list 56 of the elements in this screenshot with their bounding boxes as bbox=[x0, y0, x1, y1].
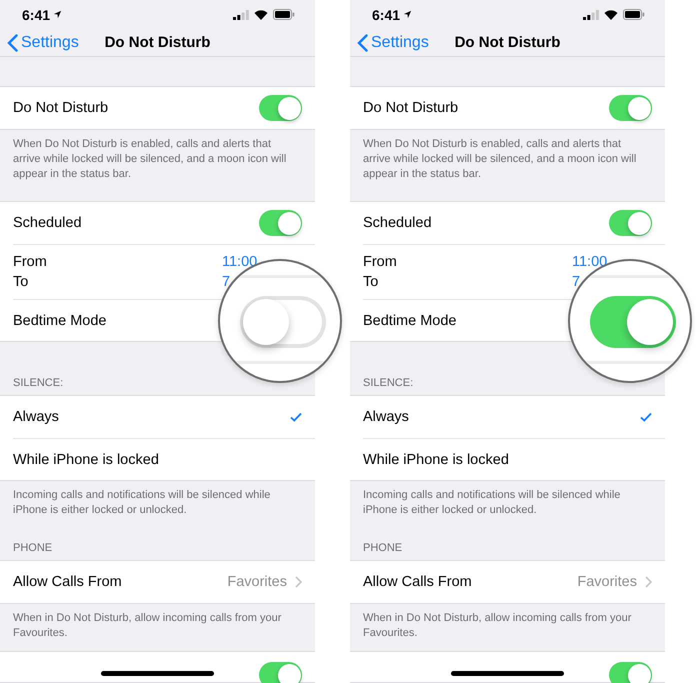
toggle-switch[interactable] bbox=[609, 95, 652, 121]
setting-label: Scheduled bbox=[363, 215, 432, 231]
toggle-switch[interactable] bbox=[609, 662, 652, 683]
back-chevron-icon bbox=[357, 34, 368, 52]
section-footer: When in Do Not Disturb, allow incoming calls from your Favourites. bbox=[0, 604, 315, 651]
time-value[interactable]: 7 bbox=[222, 274, 230, 290]
battery-icon bbox=[623, 9, 645, 20]
section-header: SILENCE: bbox=[12, 376, 64, 391]
setting-label: Scheduled bbox=[13, 215, 82, 231]
setting-label: To bbox=[363, 274, 380, 290]
settings-row[interactable]: Allow Calls From Favorites bbox=[363, 561, 665, 603]
option-row[interactable]: While iPhone is locked bbox=[13, 438, 315, 480]
setting-label: To bbox=[13, 274, 30, 290]
setting-label: Do Not Disturb bbox=[363, 100, 458, 116]
setting-label: From bbox=[13, 254, 47, 270]
time-value[interactable]: 11:00 bbox=[222, 254, 258, 270]
signal-icon bbox=[583, 10, 599, 20]
wifi-icon bbox=[604, 10, 618, 20]
toggle-switch[interactable] bbox=[259, 210, 302, 236]
setting-label: Bedtime Mode bbox=[13, 312, 106, 328]
option-row[interactable]: While iPhone is locked bbox=[363, 438, 665, 480]
status-time: 6:41 bbox=[22, 6, 50, 23]
checkmark-icon bbox=[290, 412, 302, 422]
toggle-switch[interactable] bbox=[609, 210, 652, 236]
section-footer: Incoming calls and notifications will be silenced while iPhone is either locked or unlocked. bbox=[0, 481, 315, 530]
section-header: SILENCE: bbox=[362, 376, 414, 391]
setting-label: From bbox=[363, 254, 397, 270]
toggle-switch[interactable] bbox=[259, 95, 302, 121]
settings-row[interactable]: Allow Calls From Favorites bbox=[13, 561, 315, 603]
section-footer: When Do Not Disturb is enabled, calls and alerts that arrive while locked will be silenced, and a moon icon will appear in the status bar. bbox=[0, 130, 315, 201]
option-row[interactable]: Always bbox=[363, 396, 665, 438]
section-header: PHONE bbox=[362, 541, 404, 556]
toggle-switch[interactable] bbox=[240, 296, 326, 348]
signal-icon bbox=[233, 10, 249, 20]
back-chevron-icon bbox=[7, 34, 18, 52]
section-footer: When Do Not Disturb is enabled, calls and alerts that arrive while locked will be silenced, and a moon icon will appear in the status bar. bbox=[350, 130, 665, 201]
wifi-icon bbox=[254, 10, 268, 20]
checkmark-icon bbox=[640, 412, 652, 422]
section-footer: Incoming calls and notifications will be silenced while iPhone is either locked or unlocked. bbox=[350, 481, 665, 530]
location-arrow-icon bbox=[403, 10, 412, 20]
battery-icon bbox=[273, 9, 295, 20]
section-footer: When in Do Not Disturb, allow incoming calls from your Favourites. bbox=[350, 604, 665, 651]
chevron-icon bbox=[645, 576, 652, 588]
section-header: PHONE bbox=[12, 541, 54, 556]
toggle-switch[interactable] bbox=[590, 296, 676, 348]
status-time: 6:41 bbox=[372, 6, 400, 23]
toggle-switch[interactable] bbox=[259, 662, 302, 683]
time-value[interactable]: 7 bbox=[572, 274, 580, 290]
screen-title: Do Not Disturb bbox=[454, 34, 560, 52]
screen-title: Do Not Disturb bbox=[104, 34, 210, 52]
setting-label: Do Not Disturb bbox=[13, 100, 108, 116]
chevron-icon bbox=[295, 576, 302, 588]
location-arrow-icon bbox=[53, 10, 62, 20]
time-value[interactable]: 11:00 bbox=[572, 254, 608, 270]
option-row[interactable]: Always bbox=[13, 396, 315, 438]
setting-label: Bedtime Mode bbox=[363, 312, 456, 328]
